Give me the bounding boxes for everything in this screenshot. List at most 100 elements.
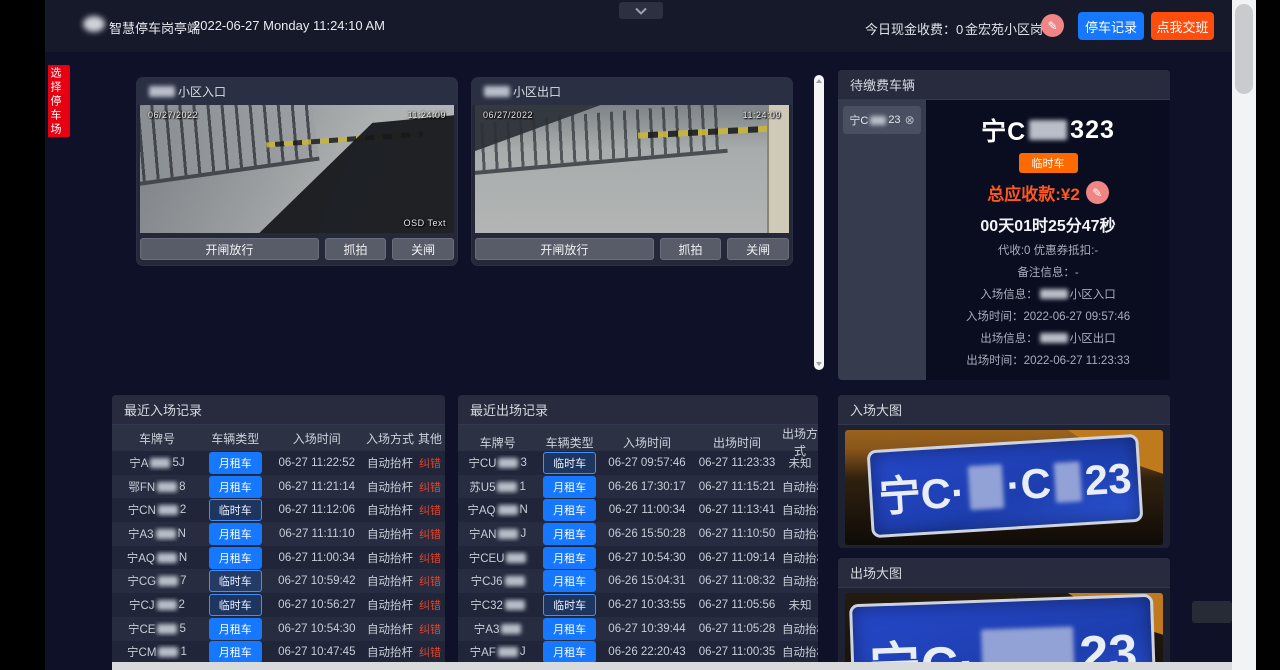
plate-text: 23 (888, 114, 900, 126)
exit-time-cell: 06-27 11:09:14 (692, 552, 782, 564)
parking-records-button[interactable]: 停车记录 (1078, 12, 1144, 40)
exit-info-value: 小区出口 (1070, 330, 1116, 346)
chevron-down-icon (635, 7, 647, 15)
exit-time-cell: 06-27 11:05:28 (692, 623, 782, 635)
snapshot-button[interactable]: 抓拍 (660, 238, 722, 260)
open-gate-button[interactable]: 开闸放行 (475, 238, 654, 260)
correction-link[interactable]: 纠错 (415, 502, 445, 518)
snapshot-button[interactable]: 抓拍 (325, 238, 387, 260)
redacted-plate-part (150, 458, 170, 468)
horizontal-scrollbar[interactable] (112, 662, 1232, 670)
vehicle-type-tag: 月租车 (543, 499, 596, 521)
edit-pencil-badge[interactable]: ✎ (1041, 14, 1064, 37)
correction-link[interactable]: 纠错 (415, 479, 445, 495)
plate-text: 1 (519, 481, 525, 493)
entry-method-cell: 自动抬杆 (365, 644, 415, 660)
open-gate-button[interactable]: 开闸放行 (140, 238, 319, 260)
plate-text: 323 (1070, 116, 1115, 145)
redacted-plate-part (157, 600, 177, 610)
vehicle-type-cell: 临时车 (202, 594, 269, 616)
table-row: 宁AFJ月租车06-26 22:20:4306-27 11:00:35自动抬杆 (458, 641, 818, 665)
entry-info-label: 入场信息： (980, 286, 1038, 302)
vehicle-type-tag: 月租车 (543, 570, 596, 592)
osd-time: 11:24:09 (743, 110, 781, 120)
plate-cell: 宁CG7 (112, 573, 202, 589)
camera-title: 小区出口 (472, 78, 792, 105)
vehicle-type-tag: 月租车 (209, 618, 262, 640)
cash-today-label: 今日现金收费：0 (865, 19, 963, 38)
redacted-plate-part (158, 576, 178, 586)
plate-text: 宁AQ (467, 502, 495, 518)
pending-vehicle-item[interactable]: 宁C 23 ⊗ (843, 106, 921, 134)
entry-photo-title: 入场大图 (838, 395, 1170, 425)
plate-text: 宁CG (127, 573, 156, 589)
entry-time-cell: 06-27 09:57:46 (602, 457, 692, 469)
entry-time-cell: 06-26 15:04:31 (602, 575, 692, 587)
osd-date: 06/27/2022 (148, 110, 198, 120)
close-gate-button[interactable]: 关闸 (392, 238, 454, 260)
camera-panel-exit: 小区出口 06/27/2022 11:24:09 开闸放行 抓拍 关闸 (472, 78, 792, 265)
exit-method-cell: 未知 (782, 455, 818, 471)
col-other: 其他 (415, 430, 445, 447)
pending-plate-number: 宁C 323 (981, 112, 1115, 148)
close-icon[interactable]: ⊗ (905, 113, 915, 127)
entry-records-panel: 最近入场记录 车牌号 车辆类型 入场时间 入场方式 其他 宁A5J月租车06-2… (112, 395, 445, 670)
vehicle-type-cell: 月租车 (537, 547, 602, 569)
entry-time-cell: 06-26 15:50:28 (602, 528, 692, 540)
redacted-plate-part (1029, 120, 1067, 140)
pending-payment-panel: 待缴费车辆 宁C 23 ⊗ 宁C 323 临时车 (838, 70, 1170, 380)
entry-method-cell: 自动抬杆 (365, 479, 415, 495)
vehicle-type-tag: 临时车 (543, 452, 596, 474)
select-parking-lot-tab[interactable]: 选择停车场 (48, 65, 70, 137)
close-gate-button[interactable]: 关闸 (727, 238, 789, 260)
entry-time-cell: 06-27 10:47:45 (269, 646, 366, 658)
vehicle-type-tag: 月租车 (209, 547, 262, 569)
plate-cell: 苏U51 (458, 479, 537, 495)
collapse-topbar-button[interactable] (619, 2, 663, 19)
scrollbar-thumb[interactable] (1235, 4, 1253, 94)
shift-change-button[interactable]: 点我交班 (1151, 12, 1214, 40)
camera-video-entrance[interactable]: 06/27/2022 11:24:09 OSD Text (140, 105, 454, 233)
entry-table-header: 车牌号 车辆类型 入场时间 入场方式 其他 (112, 425, 445, 451)
redacted-station-prefix (484, 86, 510, 97)
redacted-plate-part (967, 464, 1004, 510)
exit-time-cell: 06-27 11:05:56 (692, 599, 782, 611)
plate-text: 宁AN (469, 526, 496, 542)
plate-text: 宁C (981, 112, 1026, 148)
redacted-plate-part (501, 624, 521, 634)
plate-text: 宁CU (468, 455, 496, 471)
correction-link[interactable]: 纠错 (415, 550, 445, 566)
inner-scrollbar[interactable] (814, 75, 824, 370)
entry-time-cell: 06-27 10:54:30 (602, 552, 692, 564)
plate-cell: 宁AFJ (458, 644, 537, 660)
vehicle-type-cell: 月租车 (537, 570, 602, 592)
correction-link[interactable]: 纠错 (415, 526, 445, 542)
window-scrollbar[interactable] (1232, 0, 1256, 670)
col-type: 车辆类型 (537, 434, 602, 451)
exit-plate-photo[interactable]: 宁C· 23 (845, 593, 1163, 670)
entry-plate-photo[interactable]: 宁C· ·C 23 (845, 430, 1163, 545)
correction-link[interactable]: 纠错 (415, 573, 445, 589)
camera-title-text: 小区出口 (513, 83, 561, 100)
camera-buttons: 开闸放行 抓拍 关闸 (472, 233, 792, 265)
table-row: 宁A3月租车06-27 10:39:4406-27 11:05:28自动抬杆 (458, 617, 818, 641)
col-type: 车辆类型 (202, 430, 269, 447)
exit-records-panel: 最近出场记录 车牌号 车辆类型 入场时间 出场时间 出场方式 宁CU3临时车06… (458, 395, 818, 670)
redacted-plate-part (158, 505, 178, 515)
correction-link[interactable]: 纠错 (415, 597, 445, 613)
entry-method-cell: 自动抬杆 (365, 550, 415, 566)
exit-time-cell: 06-27 11:08:32 (692, 575, 782, 587)
plate-text: 2 (180, 504, 186, 516)
entry-time-cell: 06-27 10:56:27 (269, 599, 366, 611)
correction-link[interactable]: 纠错 (415, 455, 445, 471)
col-entry-time: 入场时间 (269, 430, 366, 447)
correction-link[interactable]: 纠错 (415, 621, 445, 637)
plate-text: 宁CE (128, 621, 155, 637)
camera-video-exit[interactable]: 06/27/2022 11:24:09 (475, 105, 789, 233)
plate-text: 1 (180, 646, 186, 658)
vehicle-type-tag: 月租车 (209, 452, 262, 474)
entry-time-cell: 06-27 11:11:10 (269, 528, 366, 540)
edit-amount-badge[interactable]: ✎ (1086, 181, 1109, 204)
plate-text: 3 (520, 457, 526, 469)
correction-link[interactable]: 纠错 (415, 644, 445, 660)
